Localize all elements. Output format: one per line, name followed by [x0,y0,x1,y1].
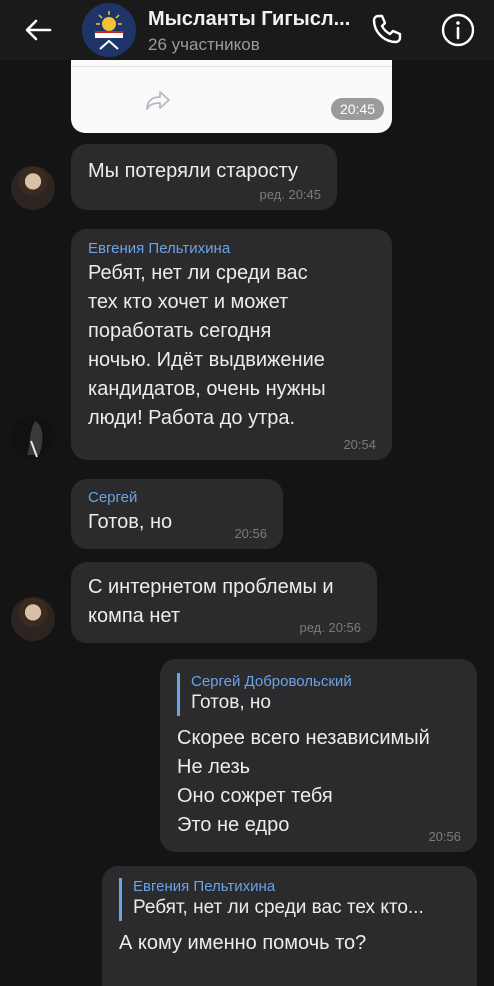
share-arrow-icon[interactable] [144,88,172,112]
avatar-figure-icon [27,421,43,458]
message-text: Ребят, нет ли среди вас тех кто хочет и … [88,262,326,429]
outgoing-message-bubble[interactable]: Евгения Пельтихина Ребят, нет ли среди в… [102,866,477,986]
chat-title[interactable]: Мысланты Гигысл... [148,8,350,31]
back-arrow-icon[interactable] [22,14,54,46]
sender-name[interactable]: Сергей [88,489,266,506]
message-bubble[interactable]: С интернетом проблемы и компа нет ред. 2… [71,562,377,643]
phone-icon[interactable] [370,12,404,46]
message-bubble[interactable]: Евгения Пельтихина Ребят, нет ли среди в… [71,229,392,460]
quoted-sender: Сергей Добровольский [191,673,352,690]
info-icon[interactable] [440,12,476,48]
message-time: 20:45 [330,98,384,120]
message-text: Скорее всего независимый Не лезь Оно сож… [177,727,430,836]
reply-quote[interactable]: Сергей Добровольский Готов, но [177,673,460,716]
message-text: Мы потеряли старосту [88,160,298,182]
message-time: 20:56 [234,526,267,541]
chat-header: Мысланты Гигысл... 26 участников [0,0,494,60]
message-text: А кому именно помочь то? [119,932,367,954]
quoted-sender: Евгения Пельтихина [133,878,276,895]
sender-name[interactable]: Евгения Пельтихина [88,240,375,257]
reply-quote[interactable]: Евгения Пельтихина Ребят, нет ли среди в… [119,878,460,921]
message-time: ред. 20:56 [299,620,361,635]
avatar[interactable] [11,415,55,459]
quoted-text: Готов, но [191,692,271,713]
message-bubble[interactable]: Сергей Готов, но 20:56 [71,479,283,549]
shared-post-card[interactable]: 20:45 [71,60,392,133]
quoted-text: Ребят, нет ли среди вас тех кто... [133,897,424,918]
message-time: ред. 20:45 [259,187,321,202]
message-bubble[interactable]: Мы потеряли старосту ред. 20:45 [71,144,337,210]
avatar[interactable] [11,166,55,210]
card-divider [71,66,392,67]
avatar[interactable] [11,597,55,641]
participants-count[interactable]: 26 участников [148,35,260,55]
group-emblem-icon [95,11,123,50]
message-time: 20:56 [428,829,461,844]
outgoing-message-bubble[interactable]: Сергей Добровольский Готов, но Скорее вс… [160,659,477,852]
message-time: 20:54 [343,437,376,452]
group-avatar[interactable] [82,3,136,57]
